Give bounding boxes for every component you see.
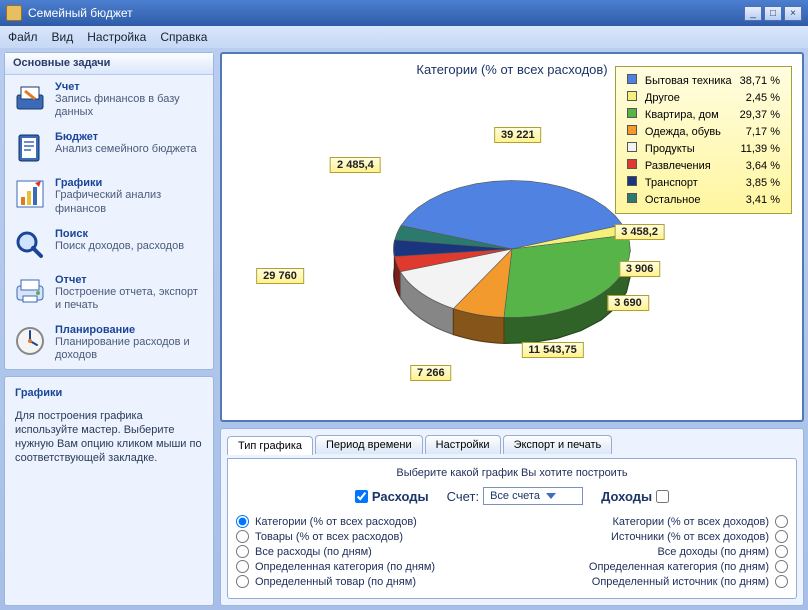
expense-option[interactable]: Все расходы (по дням) bbox=[236, 545, 497, 558]
task-desc: Анализ семейного бюджета bbox=[55, 143, 197, 156]
wizard-panel: Тип графика Период времени Настройки Экс… bbox=[220, 428, 804, 606]
pie-value-label: 3 458,2 bbox=[614, 224, 665, 240]
task-отчет[interactable]: Отчет Построение отчета, экспорт и печат… bbox=[5, 268, 213, 318]
income-checkbox[interactable] bbox=[656, 490, 669, 503]
tab-chart-type[interactable]: Тип графика bbox=[227, 436, 313, 455]
info-title: Графики bbox=[15, 387, 203, 399]
radio-income[interactable] bbox=[775, 515, 788, 528]
wizard-header-row: Расходы Счет: Все счета Доходы bbox=[236, 487, 788, 505]
pie-value-label: 29 760 bbox=[256, 268, 304, 284]
expense-option[interactable]: Определенная категория (по дням) bbox=[236, 560, 497, 573]
pie-value-label: 2 485,4 bbox=[330, 157, 381, 173]
radio-income[interactable] bbox=[775, 560, 788, 573]
account-select[interactable]: Счет: Все счета bbox=[447, 487, 583, 505]
expenses-checkbox[interactable] bbox=[355, 490, 368, 503]
radio-expense[interactable] bbox=[236, 515, 249, 528]
account-value: Все счета bbox=[490, 490, 540, 502]
task-title: Отчет bbox=[55, 274, 205, 286]
task-desc: Планирование расходов и доходов bbox=[55, 336, 205, 362]
expense-option[interactable]: Определенный товар (по дням) bbox=[236, 575, 497, 588]
task-планирование[interactable]: Планирование Планирование расходов и дох… bbox=[5, 318, 213, 368]
income-option[interactable]: Все доходы (по дням) bbox=[527, 545, 788, 558]
radio-expense[interactable] bbox=[236, 545, 249, 558]
close-button[interactable]: × bbox=[784, 6, 802, 21]
menu-help[interactable]: Справка bbox=[160, 30, 207, 44]
tabs: Тип графика Период времени Настройки Экс… bbox=[227, 435, 797, 454]
income-checkbox-label[interactable]: Доходы bbox=[601, 489, 669, 504]
expenses-checkbox-label[interactable]: Расходы bbox=[355, 489, 429, 504]
income-option[interactable]: Источники (% от всех доходов) bbox=[527, 530, 788, 543]
task-графики[interactable]: Графики Графический анализ финансов bbox=[5, 171, 213, 221]
task-icon bbox=[13, 324, 47, 358]
tasks-header: Основные задачи bbox=[5, 53, 213, 75]
pie-value-label: 11 543,75 bbox=[521, 342, 583, 358]
maximize-button[interactable]: □ bbox=[764, 6, 782, 21]
radio-income[interactable] bbox=[775, 545, 788, 558]
task-desc: Поиск доходов, расходов bbox=[55, 240, 184, 253]
radio-expense[interactable] bbox=[236, 560, 249, 573]
task-icon bbox=[13, 81, 47, 115]
tasks-panel: Основные задачи Учет Запись финансов в б… bbox=[4, 52, 214, 370]
pie-value-label: 7 266 bbox=[410, 365, 452, 381]
income-option[interactable]: Категории (% от всех доходов) bbox=[527, 515, 788, 528]
wizard-options: Категории (% от всех расходов) Товары (% … bbox=[236, 513, 788, 590]
tab-export[interactable]: Экспорт и печать bbox=[503, 435, 613, 454]
menu-view[interactable]: Вид bbox=[52, 30, 74, 44]
tab-period[interactable]: Период времени bbox=[315, 435, 423, 454]
task-бюджет[interactable]: Бюджет Анализ семейного бюджета bbox=[5, 125, 213, 171]
pie-value-label: 3 690 bbox=[607, 295, 649, 311]
task-icon bbox=[13, 131, 47, 165]
pie-value-label: 3 906 bbox=[619, 261, 661, 277]
task-title: Учет bbox=[55, 81, 205, 93]
task-desc: Графический анализ финансов bbox=[55, 189, 205, 215]
task-icon bbox=[13, 228, 47, 262]
tab-body: Выберите какой график Вы хотите построит… bbox=[227, 458, 797, 599]
task-icon bbox=[13, 177, 47, 211]
task-desc: Запись финансов в базу данных bbox=[55, 93, 205, 119]
app-window: Семейный бюджет _ □ × Файл Вид Настройка… bbox=[0, 0, 808, 610]
task-title: Бюджет bbox=[55, 131, 197, 143]
dropdown-icon bbox=[546, 493, 556, 499]
income-option[interactable]: Определенный источник (по дням) bbox=[527, 575, 788, 588]
info-panel: Графики Для построения графика используй… bbox=[4, 376, 214, 607]
sidebar: Основные задачи Учет Запись финансов в б… bbox=[4, 52, 214, 606]
expense-option[interactable]: Категории (% от всех расходов) bbox=[236, 515, 497, 528]
window-title: Семейный бюджет bbox=[28, 6, 133, 20]
radio-income[interactable] bbox=[775, 530, 788, 543]
minimize-button[interactable]: _ bbox=[744, 6, 762, 21]
app-icon bbox=[6, 5, 22, 21]
task-title: Графики bbox=[55, 177, 205, 189]
task-title: Планирование bbox=[55, 324, 205, 336]
account-label: Счет: bbox=[447, 489, 479, 504]
menu-file[interactable]: Файл bbox=[8, 30, 38, 44]
content: Основные задачи Учет Запись финансов в б… bbox=[0, 48, 808, 610]
task-поиск[interactable]: Поиск Поиск доходов, расходов bbox=[5, 222, 213, 268]
income-option[interactable]: Определенная категория (по дням) bbox=[527, 560, 788, 573]
expense-option[interactable]: Товары (% от всех расходов) bbox=[236, 530, 497, 543]
menu-settings[interactable]: Настройка bbox=[87, 30, 146, 44]
menubar: Файл Вид Настройка Справка bbox=[0, 26, 808, 48]
chart-box: Категории (% от всех расходов) Бытовая т… bbox=[220, 52, 804, 422]
wizard-prompt: Выберите какой график Вы хотите построит… bbox=[236, 467, 788, 479]
task-title: Поиск bbox=[55, 228, 184, 240]
main: Категории (% от всех расходов) Бытовая т… bbox=[220, 52, 804, 606]
titlebar: Семейный бюджет _ □ × bbox=[0, 0, 808, 26]
task-учет[interactable]: Учет Запись финансов в базу данных bbox=[5, 75, 213, 125]
pie-chart: 39 221 2 485,4 29 760 7 266 11 543,75 3 690 3 … bbox=[222, 81, 802, 417]
task-desc: Построение отчета, экспорт и печать bbox=[55, 286, 205, 312]
pie-value-label: 39 221 bbox=[494, 127, 542, 143]
info-text: Для построения графика используйте масте… bbox=[15, 409, 203, 466]
radio-expense[interactable] bbox=[236, 530, 249, 543]
task-icon bbox=[13, 274, 47, 308]
tab-settings[interactable]: Настройки bbox=[425, 435, 501, 454]
radio-expense[interactable] bbox=[236, 575, 249, 588]
radio-income[interactable] bbox=[775, 575, 788, 588]
